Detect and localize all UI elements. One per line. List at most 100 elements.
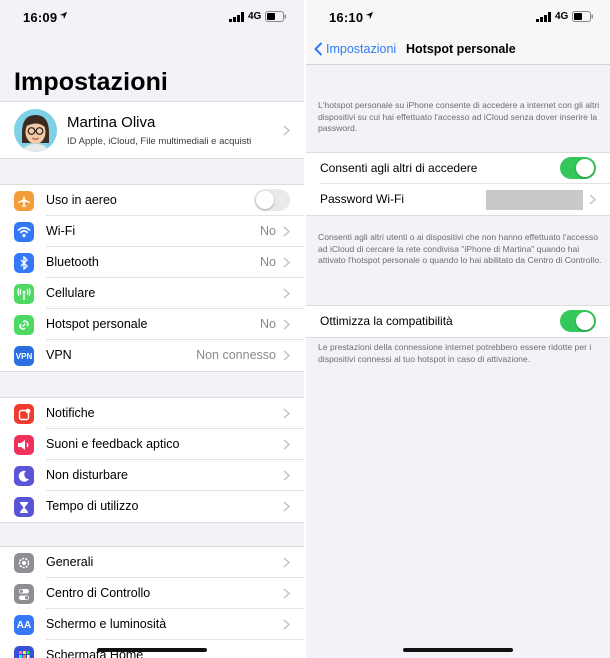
vpn-status: Non connesso xyxy=(196,348,276,362)
home-indicator[interactable] xyxy=(403,648,513,652)
bluetooth-icon xyxy=(14,253,34,273)
compatibility-group: Ottimizza la compatibilità xyxy=(306,305,610,338)
settings-item-label: Centro di Controllo xyxy=(46,586,151,600)
hotspot-status: No xyxy=(260,317,276,331)
settings-item-label: Hotspot personale xyxy=(46,317,148,331)
home-grid-icon xyxy=(14,646,34,658)
hotspot-note-text: Consenti agli altri utenti o ai disposit… xyxy=(318,232,602,266)
hotspot-settings-group: Consenti agli altri di accedere Password… xyxy=(306,152,610,216)
chevron-right-icon xyxy=(589,194,596,205)
settings-item-cellular[interactable]: Cellulare xyxy=(0,278,304,309)
compatibility-toggle[interactable] xyxy=(560,310,596,332)
chevron-right-icon xyxy=(283,470,290,481)
hotspot-screen: 16:10 4G Impostazioni Hotspot personale … xyxy=(306,0,610,658)
settings-item-label: Bluetooth xyxy=(46,255,99,269)
chevron-right-icon xyxy=(283,319,290,330)
status-bar: 16:09 4G xyxy=(0,0,304,36)
settings-item-label: Tempo di utilizzo xyxy=(46,499,139,513)
settings-item-label: Non disturbare xyxy=(46,468,128,482)
chevron-right-icon xyxy=(283,501,290,512)
network-type: 4G xyxy=(555,11,569,22)
settings-item-label: Notifiche xyxy=(46,406,95,420)
compatibility-row: Ottimizza la compatibilità xyxy=(306,306,610,337)
general-group: Generali Centro di Controllo AA Schermo … xyxy=(0,546,304,658)
moon-icon xyxy=(14,466,34,486)
airplane-icon xyxy=(14,191,34,211)
chevron-right-icon xyxy=(283,257,290,268)
chevron-right-icon xyxy=(283,619,290,630)
text-size-icon: AA xyxy=(14,615,34,635)
settings-item-label: Suoni e feedback aptico xyxy=(46,437,180,451)
chevron-right-icon xyxy=(283,350,290,361)
settings-item-wifi[interactable]: Wi-Fi No xyxy=(0,216,304,247)
settings-item-notifications[interactable]: Notifiche xyxy=(0,398,304,429)
chevron-right-icon xyxy=(283,408,290,419)
wifi-password-label: Password Wi-Fi xyxy=(320,192,405,206)
page-title: Impostazioni xyxy=(14,68,168,96)
switches-icon xyxy=(14,584,34,604)
location-arrow-icon xyxy=(365,11,374,20)
settings-item-display[interactable]: AA Schermo e luminosità xyxy=(0,609,304,640)
vpn-icon: VPN xyxy=(14,346,34,366)
profile-name: Martina Oliva xyxy=(67,114,156,131)
settings-item-control-center[interactable]: Centro di Controllo xyxy=(0,578,304,609)
wifi-password-value-redacted xyxy=(486,190,583,210)
apple-id-row[interactable]: Martina Oliva ID Apple, iCloud, File mul… xyxy=(0,101,304,159)
settings-item-label: Generali xyxy=(46,555,94,569)
bluetooth-status: No xyxy=(260,255,276,269)
chevron-right-icon xyxy=(283,125,290,136)
settings-item-bluetooth[interactable]: Bluetooth No xyxy=(0,247,304,278)
wifi-icon xyxy=(14,222,34,242)
status-time: 16:10 xyxy=(329,10,364,25)
hotspot-intro-text: L'hotspot personale su iPhone consente d… xyxy=(318,100,600,134)
settings-item-hotspot[interactable]: Hotspot personale No xyxy=(0,309,304,340)
network-type: 4G xyxy=(248,11,262,22)
navigation-bar: Impostazioni Hotspot personale xyxy=(306,36,610,65)
settings-item-label: Wi-Fi xyxy=(46,224,76,238)
back-button[interactable]: Impostazioni xyxy=(314,42,396,56)
home-indicator[interactable] xyxy=(97,648,207,652)
chevron-right-icon xyxy=(283,439,290,450)
hourglass-icon xyxy=(14,497,34,517)
gear-icon xyxy=(14,553,34,573)
back-button-label: Impostazioni xyxy=(326,42,397,56)
signal-icon xyxy=(536,12,551,22)
settings-item-label: Cellulare xyxy=(46,286,96,300)
wifi-password-row[interactable]: Password Wi-Fi xyxy=(306,184,610,215)
chevron-right-icon xyxy=(283,226,290,237)
chevron-right-icon xyxy=(283,288,290,299)
status-time: 16:09 xyxy=(23,10,58,25)
wifi-status: No xyxy=(260,224,276,238)
settings-item-do-not-disturb[interactable]: Non disturbare xyxy=(0,460,304,491)
battery-icon xyxy=(265,11,286,22)
settings-item-label: VPN xyxy=(46,348,72,362)
avatar xyxy=(14,109,57,152)
page-title: Hotspot personale xyxy=(406,42,516,56)
location-arrow-icon xyxy=(59,11,68,20)
compatibility-note-text: Le prestazioni della connessione interne… xyxy=(318,342,592,364)
signal-icon xyxy=(229,12,244,22)
speaker-icon xyxy=(14,435,34,455)
chevron-left-icon xyxy=(314,42,323,56)
settings-item-airplane[interactable]: Uso in aereo xyxy=(0,185,304,216)
antenna-icon xyxy=(14,284,34,304)
chevron-right-icon xyxy=(283,588,290,599)
settings-item-label: Uso in aereo xyxy=(46,193,117,207)
settings-item-sounds[interactable]: Suoni e feedback aptico xyxy=(0,429,304,460)
notifications-icon xyxy=(14,404,34,424)
allow-others-row: Consenti agli altri di accedere xyxy=(306,153,610,184)
hotspot-icon xyxy=(14,315,34,335)
battery-icon xyxy=(572,11,593,22)
compatibility-label: Ottimizza la compatibilità xyxy=(320,314,453,328)
notifications-group: Notifiche Suoni e feedback aptico Non di… xyxy=(0,397,304,523)
airplane-mode-toggle[interactable] xyxy=(254,189,290,211)
profile-subtitle: ID Apple, iCloud, File multimediali e ac… xyxy=(67,136,252,147)
settings-item-screen-time[interactable]: Tempo di utilizzo xyxy=(0,491,304,522)
settings-item-vpn[interactable]: VPN VPN Non connesso xyxy=(0,340,304,371)
allow-others-toggle[interactable] xyxy=(560,157,596,179)
chevron-right-icon xyxy=(283,557,290,568)
settings-screen: 16:09 4G Impostazioni Martina Oliva ID A… xyxy=(0,0,304,658)
connectivity-group: Uso in aereo Wi-Fi No Bluetooth No Cellu… xyxy=(0,184,304,372)
settings-item-label: Schermo e luminosità xyxy=(46,617,167,631)
settings-item-general[interactable]: Generali xyxy=(0,547,304,578)
